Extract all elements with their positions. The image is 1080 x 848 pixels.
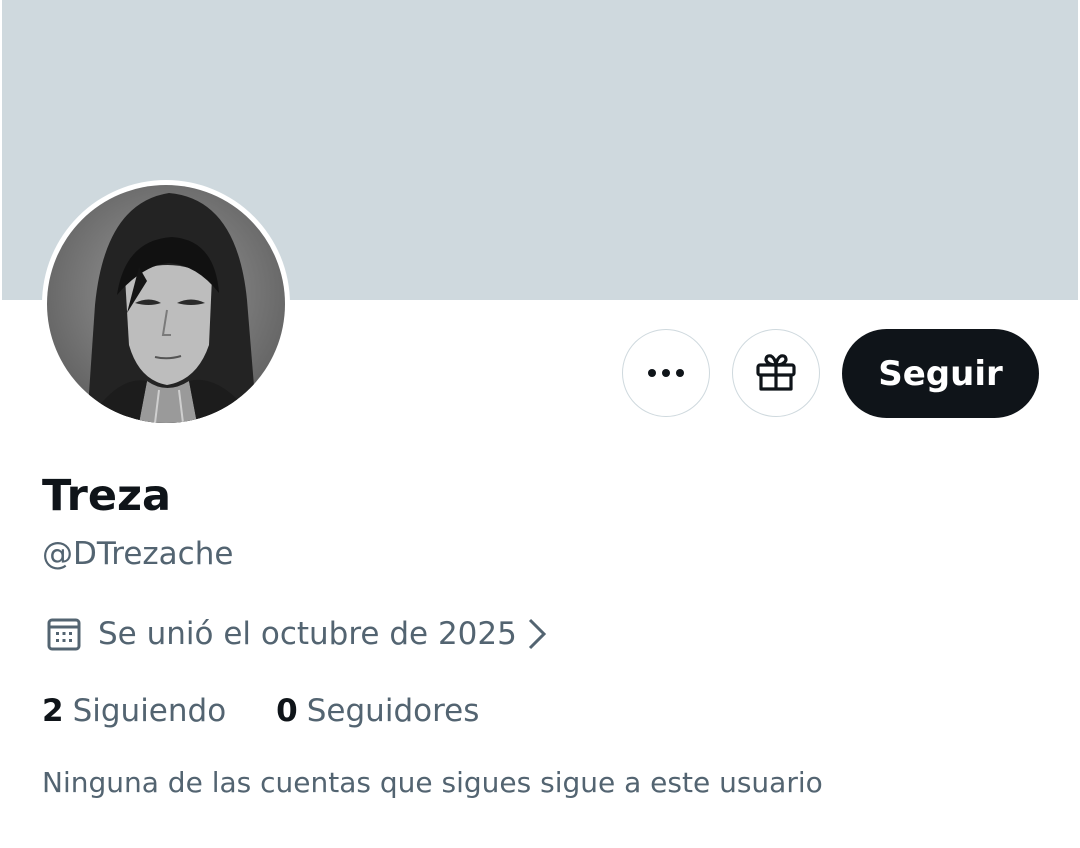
display-name: Treza xyxy=(42,471,172,521)
followers-label: Seguidores xyxy=(306,693,480,729)
calendar-icon xyxy=(42,612,86,656)
followers-count: 0 xyxy=(276,693,298,729)
followers-link[interactable]: 0 Seguidores xyxy=(276,690,479,732)
follow-button-label: Seguir xyxy=(878,353,1003,394)
following-link[interactable]: 2 Siguiendo xyxy=(42,690,226,732)
joined-date[interactable]: Se unió el octubre de 2025 xyxy=(42,612,547,656)
mutual-followers-note: Ninguna de las cuentas que sigues sigue … xyxy=(42,766,823,799)
follow-button[interactable]: Seguir xyxy=(842,329,1039,418)
avatar-image xyxy=(47,185,285,423)
gift-icon xyxy=(756,354,796,391)
gift-button[interactable] xyxy=(732,329,820,417)
following-count: 2 xyxy=(42,693,64,729)
user-handle: @DTrezache xyxy=(42,536,234,572)
more-button[interactable] xyxy=(622,329,710,417)
follow-stats: 2 Siguiendo 0 Seguidores xyxy=(42,690,529,732)
profile-avatar[interactable] xyxy=(42,180,290,428)
following-label: Siguiendo xyxy=(72,693,227,729)
chevron-right-icon xyxy=(527,617,547,651)
more-horizontal-icon xyxy=(648,369,684,377)
joined-text: Se unió el octubre de 2025 xyxy=(98,616,517,652)
